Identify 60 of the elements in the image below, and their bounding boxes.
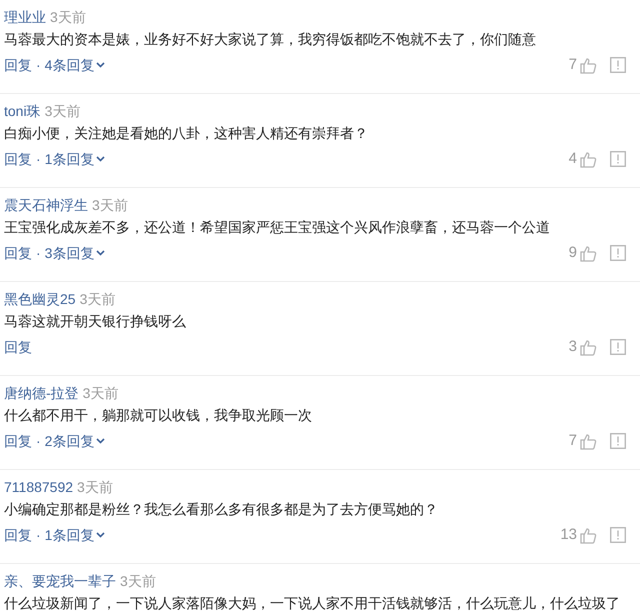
thumbs-up-icon[interactable]: [580, 432, 597, 450]
comment-text: 什么都不用干，躺那就可以收钱，我争取光顾一次: [4, 406, 313, 424]
timestamp: 3天前: [120, 572, 156, 590]
username[interactable]: 震天石神浮生: [4, 196, 88, 214]
replies-toggle[interactable]: 2条回复: [44, 432, 106, 450]
like-count: 7: [568, 432, 577, 450]
reply-link[interactable]: 回复: [4, 244, 32, 262]
reply-link[interactable]: 回复: [4, 150, 32, 168]
timestamp: 3天前: [80, 290, 116, 308]
reply-link[interactable]: 回复: [4, 338, 32, 356]
replies-toggle[interactable]: 1条回复: [44, 150, 106, 168]
like-count: 9: [568, 244, 577, 262]
username[interactable]: 亲、要宠我一辈子: [4, 572, 116, 590]
comment-text: 白痴小便，关注她是看她的八卦，这种害人精还有崇拜者？: [4, 124, 369, 142]
username[interactable]: 黑色幽灵25: [4, 290, 76, 308]
report-icon[interactable]: [610, 151, 626, 167]
username[interactable]: 711887592: [4, 478, 74, 496]
chevron-down-icon: [96, 438, 106, 444]
comment-text: 马蓉最大的资本是婊，业务好不好大家说了算，我穷得饭都吃不饱就不去了，你们随意: [4, 30, 537, 48]
separator-dot: ·: [35, 526, 42, 544]
comment-text: 什么垃圾新闻了，一下说人家落陌像大妈，一下说人家不用干活钱就够活，什么玩意儿，什么垃圾了: [4, 594, 621, 612]
like-count: 13: [560, 526, 577, 544]
thumbs-up-icon[interactable]: [580, 244, 597, 262]
chevron-down-icon: [96, 156, 106, 162]
like-count: 3: [568, 338, 577, 356]
chevron-down-icon: [96, 250, 106, 256]
thumbs-up-icon[interactable]: [580, 526, 597, 544]
report-icon[interactable]: [610, 339, 626, 355]
report-icon[interactable]: [610, 527, 626, 543]
timestamp: 3天前: [50, 8, 86, 26]
chevron-down-icon: [96, 532, 106, 538]
username[interactable]: toni珠: [4, 102, 41, 120]
comment-text: 王宝强化成灰差不多，还公道！希望国家严惩王宝强这个兴风作浪孽畜，还马蓉一个公道: [4, 218, 551, 236]
timestamp: 3天前: [77, 478, 113, 496]
separator-dot: ·: [35, 244, 42, 262]
separator-dot: ·: [35, 150, 42, 168]
separator-dot: ·: [35, 432, 42, 450]
thumbs-up-icon[interactable]: [580, 56, 597, 74]
username[interactable]: 理业业: [4, 8, 46, 26]
thumbs-up-icon[interactable]: [580, 150, 597, 168]
chevron-down-icon: [96, 62, 106, 68]
replies-toggle[interactable]: 1条回复: [44, 526, 106, 544]
username[interactable]: 唐纳德-拉登: [4, 384, 79, 402]
timestamp: 3天前: [82, 384, 118, 402]
thumbs-up-icon[interactable]: [580, 338, 597, 356]
replies-toggle[interactable]: 4条回复: [44, 56, 106, 74]
reply-link[interactable]: 回复: [4, 432, 32, 450]
comment-text: 马蓉这就开朝天银行挣钱呀么: [4, 312, 187, 330]
report-icon[interactable]: [610, 57, 626, 73]
replies-toggle[interactable]: 3条回复: [44, 244, 106, 262]
like-count: 7: [568, 56, 577, 74]
reply-link[interactable]: 回复: [4, 56, 32, 74]
reply-link[interactable]: 回复: [4, 526, 32, 544]
report-icon[interactable]: [610, 245, 626, 261]
timestamp: 3天前: [92, 196, 128, 214]
separator-dot: ·: [35, 56, 42, 74]
like-count: 4: [568, 150, 577, 168]
timestamp: 3天前: [44, 102, 80, 120]
comment-text: 小编确定那都是粉丝？我怎么看那么多有很多都是为了去方便骂她的？: [4, 500, 439, 518]
report-icon[interactable]: [610, 433, 626, 449]
